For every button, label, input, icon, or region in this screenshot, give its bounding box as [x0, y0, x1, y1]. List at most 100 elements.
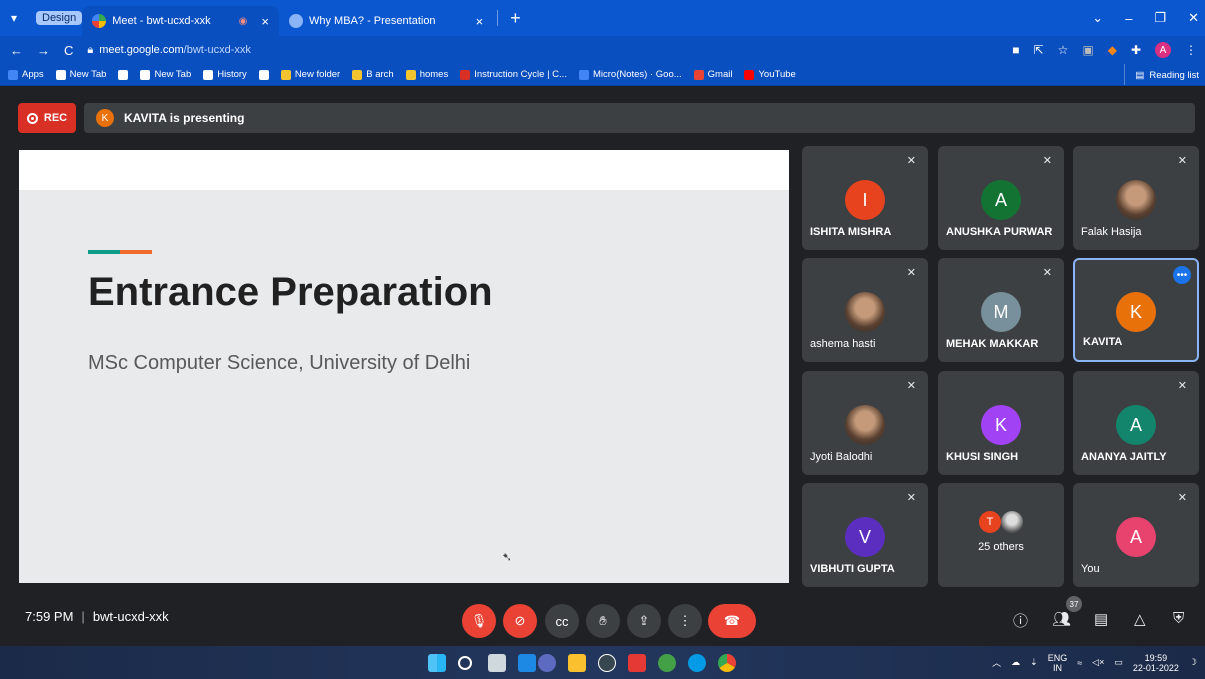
camera-icon[interactable]: ■: [1012, 43, 1019, 57]
edge-icon[interactable]: [688, 654, 706, 672]
tab-search-icon[interactable]: ▾: [0, 0, 28, 36]
raise-hand-button[interactable]: ✋︎: [586, 604, 620, 638]
participant-tile[interactable]: ✕ ashema hasti: [802, 258, 928, 362]
participant-name: You: [1081, 563, 1100, 575]
recording-indicator[interactable]: REC: [18, 103, 76, 133]
participant-tile[interactable]: ✕ M MEHAK MAKKAR: [938, 258, 1064, 362]
office-icon[interactable]: [628, 654, 646, 672]
camera-off-button[interactable]: ⊘: [503, 604, 537, 638]
chat-icon[interactable]: ▤: [1094, 610, 1108, 628]
close-tab-icon[interactable]: ×: [476, 14, 484, 29]
meeting-info-icon[interactable]: ⓘ: [1013, 610, 1028, 631]
bookmark-star-icon[interactable]: ☆: [1058, 43, 1069, 57]
separator: |: [81, 609, 85, 624]
screen: ▾ Design Meet - bwt-ucxd-xxk ◉ × Why MBA…: [0, 0, 1205, 679]
gmail-icon: [693, 69, 704, 80]
slide-subtitle: MSc Computer Science, University of Delh…: [88, 352, 471, 374]
extension-fox-icon[interactable]: ◆: [1108, 43, 1117, 57]
tab-presentation[interactable]: Why MBA? - Presentation ×: [279, 6, 493, 36]
language-indicator[interactable]: ENG IN: [1048, 653, 1068, 673]
forward-icon[interactable]: →: [37, 43, 50, 58]
dell-icon[interactable]: [598, 654, 616, 672]
mic-muted-icon: ✕: [906, 380, 916, 392]
participant-tile[interactable]: ✕ A ANANYA JAITLY: [1073, 371, 1199, 475]
minimize-icon[interactable]: –: [1125, 11, 1132, 26]
bookmark-item[interactable]: Gmail: [693, 69, 732, 80]
participant-tile[interactable]: ✕ I ISHITA MISHRA: [802, 146, 928, 250]
record-icon: [26, 112, 38, 124]
folder-icon: [352, 69, 363, 80]
wifi-icon[interactable]: ≈: [1077, 658, 1082, 668]
bookmark-item[interactable]: History: [203, 69, 247, 80]
participant-tile[interactable]: ✕ A You: [1073, 483, 1199, 587]
present-now-button[interactable]: ⇪: [627, 604, 661, 638]
participant-tile[interactable]: T 25 others: [938, 483, 1064, 587]
bookmark-item[interactable]: Apps: [8, 69, 44, 80]
tab-meet[interactable]: Meet - bwt-ucxd-xxk ◉ ×: [82, 6, 279, 36]
participant-name: KHUSI SINGH: [946, 451, 1019, 463]
onedrive-icon[interactable]: ☁: [1011, 657, 1020, 668]
widgets-icon[interactable]: [518, 654, 536, 672]
host-controls-icon[interactable]: ⛨: [1173, 610, 1184, 627]
participant-name: Falak Hasija: [1081, 226, 1142, 238]
tab-group-chip[interactable]: Design: [36, 11, 83, 25]
participant-tile[interactable]: ••• K KAVITA: [1073, 258, 1199, 362]
chrome-menu-icon[interactable]: ⋮: [1185, 43, 1197, 57]
mic-off-button[interactable]: 🎙︎: [462, 604, 496, 638]
usb-icon[interactable]: ⇣: [1030, 657, 1038, 668]
restore-icon[interactable]: ❐: [1154, 10, 1166, 26]
system-tray: ︿ ☁ ⇣ ENG IN ≈ ◁× ▭ 19:59 22-01-2022 ☽: [992, 646, 1197, 679]
whatsapp-icon[interactable]: [658, 654, 676, 672]
bookmark-item[interactable]: New Tab: [55, 69, 106, 80]
more-options-button[interactable]: ⋮: [668, 604, 702, 638]
activities-icon[interactable]: △: [1134, 610, 1146, 628]
bookmark-item[interactable]: Micro(Notes) · Goo...: [578, 69, 682, 80]
task-view-icon[interactable]: [488, 654, 506, 672]
close-window-icon[interactable]: ✕: [1188, 10, 1199, 26]
extension-icon[interactable]: ▣: [1082, 43, 1093, 57]
bookmark-item[interactable]: Instruction Cycle | C...: [460, 69, 567, 80]
profile-avatar[interactable]: A: [1155, 42, 1171, 58]
captions-button[interactable]: cc: [545, 604, 579, 638]
reload-icon[interactable]: C: [64, 43, 73, 58]
share-icon[interactable]: ⇱: [1034, 43, 1044, 57]
bookmark-label: New Tab: [154, 69, 192, 80]
bookmark-item[interactable]: B arch: [352, 69, 394, 80]
new-tab-button[interactable]: +: [510, 8, 521, 29]
participant-tile[interactable]: ✕ V VIBHUTI GUPTA: [802, 483, 928, 587]
volume-muted-icon[interactable]: ◁×: [1092, 657, 1104, 668]
participant-name: ISHITA MISHRA: [810, 226, 892, 238]
participant-tile[interactable]: ✕ A ANUSHKA PURWAR: [938, 146, 1064, 250]
tab-list-icon[interactable]: ⌄: [1092, 10, 1103, 26]
bookmark-item[interactable]: [118, 69, 129, 80]
bookmark-item[interactable]: [258, 69, 269, 80]
tray-overflow-icon[interactable]: ︿: [992, 656, 1001, 669]
participant-tile[interactable]: ✕ Falak Hasija: [1073, 146, 1199, 250]
close-tab-icon[interactable]: ×: [261, 14, 269, 29]
participant-tile[interactable]: ✕ Jyoti Balodhi: [802, 371, 928, 475]
teams-chat-icon[interactable]: [538, 654, 556, 672]
start-windows-icon[interactable]: [428, 654, 446, 672]
bookmark-item[interactable]: New folder: [280, 69, 340, 80]
extensions-puzzle-icon[interactable]: ✚: [1131, 43, 1141, 57]
participant-tile[interactable]: K KHUSI SINGH: [938, 371, 1064, 475]
v-logo-icon: [460, 69, 471, 80]
focus-assist-icon[interactable]: ☽: [1189, 657, 1197, 668]
url-field[interactable]: 🔒︎ meet.google.com/bwt-ucxd-xxk: [87, 44, 251, 57]
reading-list-button[interactable]: ▤ Reading list: [1124, 64, 1199, 85]
more-options-icon[interactable]: •••: [1173, 266, 1191, 284]
people-icon[interactable]: 👥︎: [1052, 610, 1071, 628]
bookmark-item[interactable]: homes: [405, 69, 448, 80]
leave-call-button[interactable]: ☎︎: [708, 604, 756, 638]
folder-icon: [405, 69, 416, 80]
search-icon[interactable]: [458, 656, 472, 670]
chrome-taskbar-icon[interactable]: [718, 654, 736, 672]
bookmark-item[interactable]: YouTube: [744, 69, 796, 80]
bookmark-item[interactable]: New Tab: [140, 69, 191, 80]
youtube-icon: [744, 69, 755, 80]
file-explorer-icon[interactable]: [568, 654, 586, 672]
back-icon[interactable]: ←: [10, 43, 23, 58]
clock[interactable]: 19:59 22-01-2022: [1133, 653, 1179, 673]
mic-muted-icon: ✕: [1177, 380, 1187, 392]
battery-icon[interactable]: ▭: [1114, 657, 1123, 668]
